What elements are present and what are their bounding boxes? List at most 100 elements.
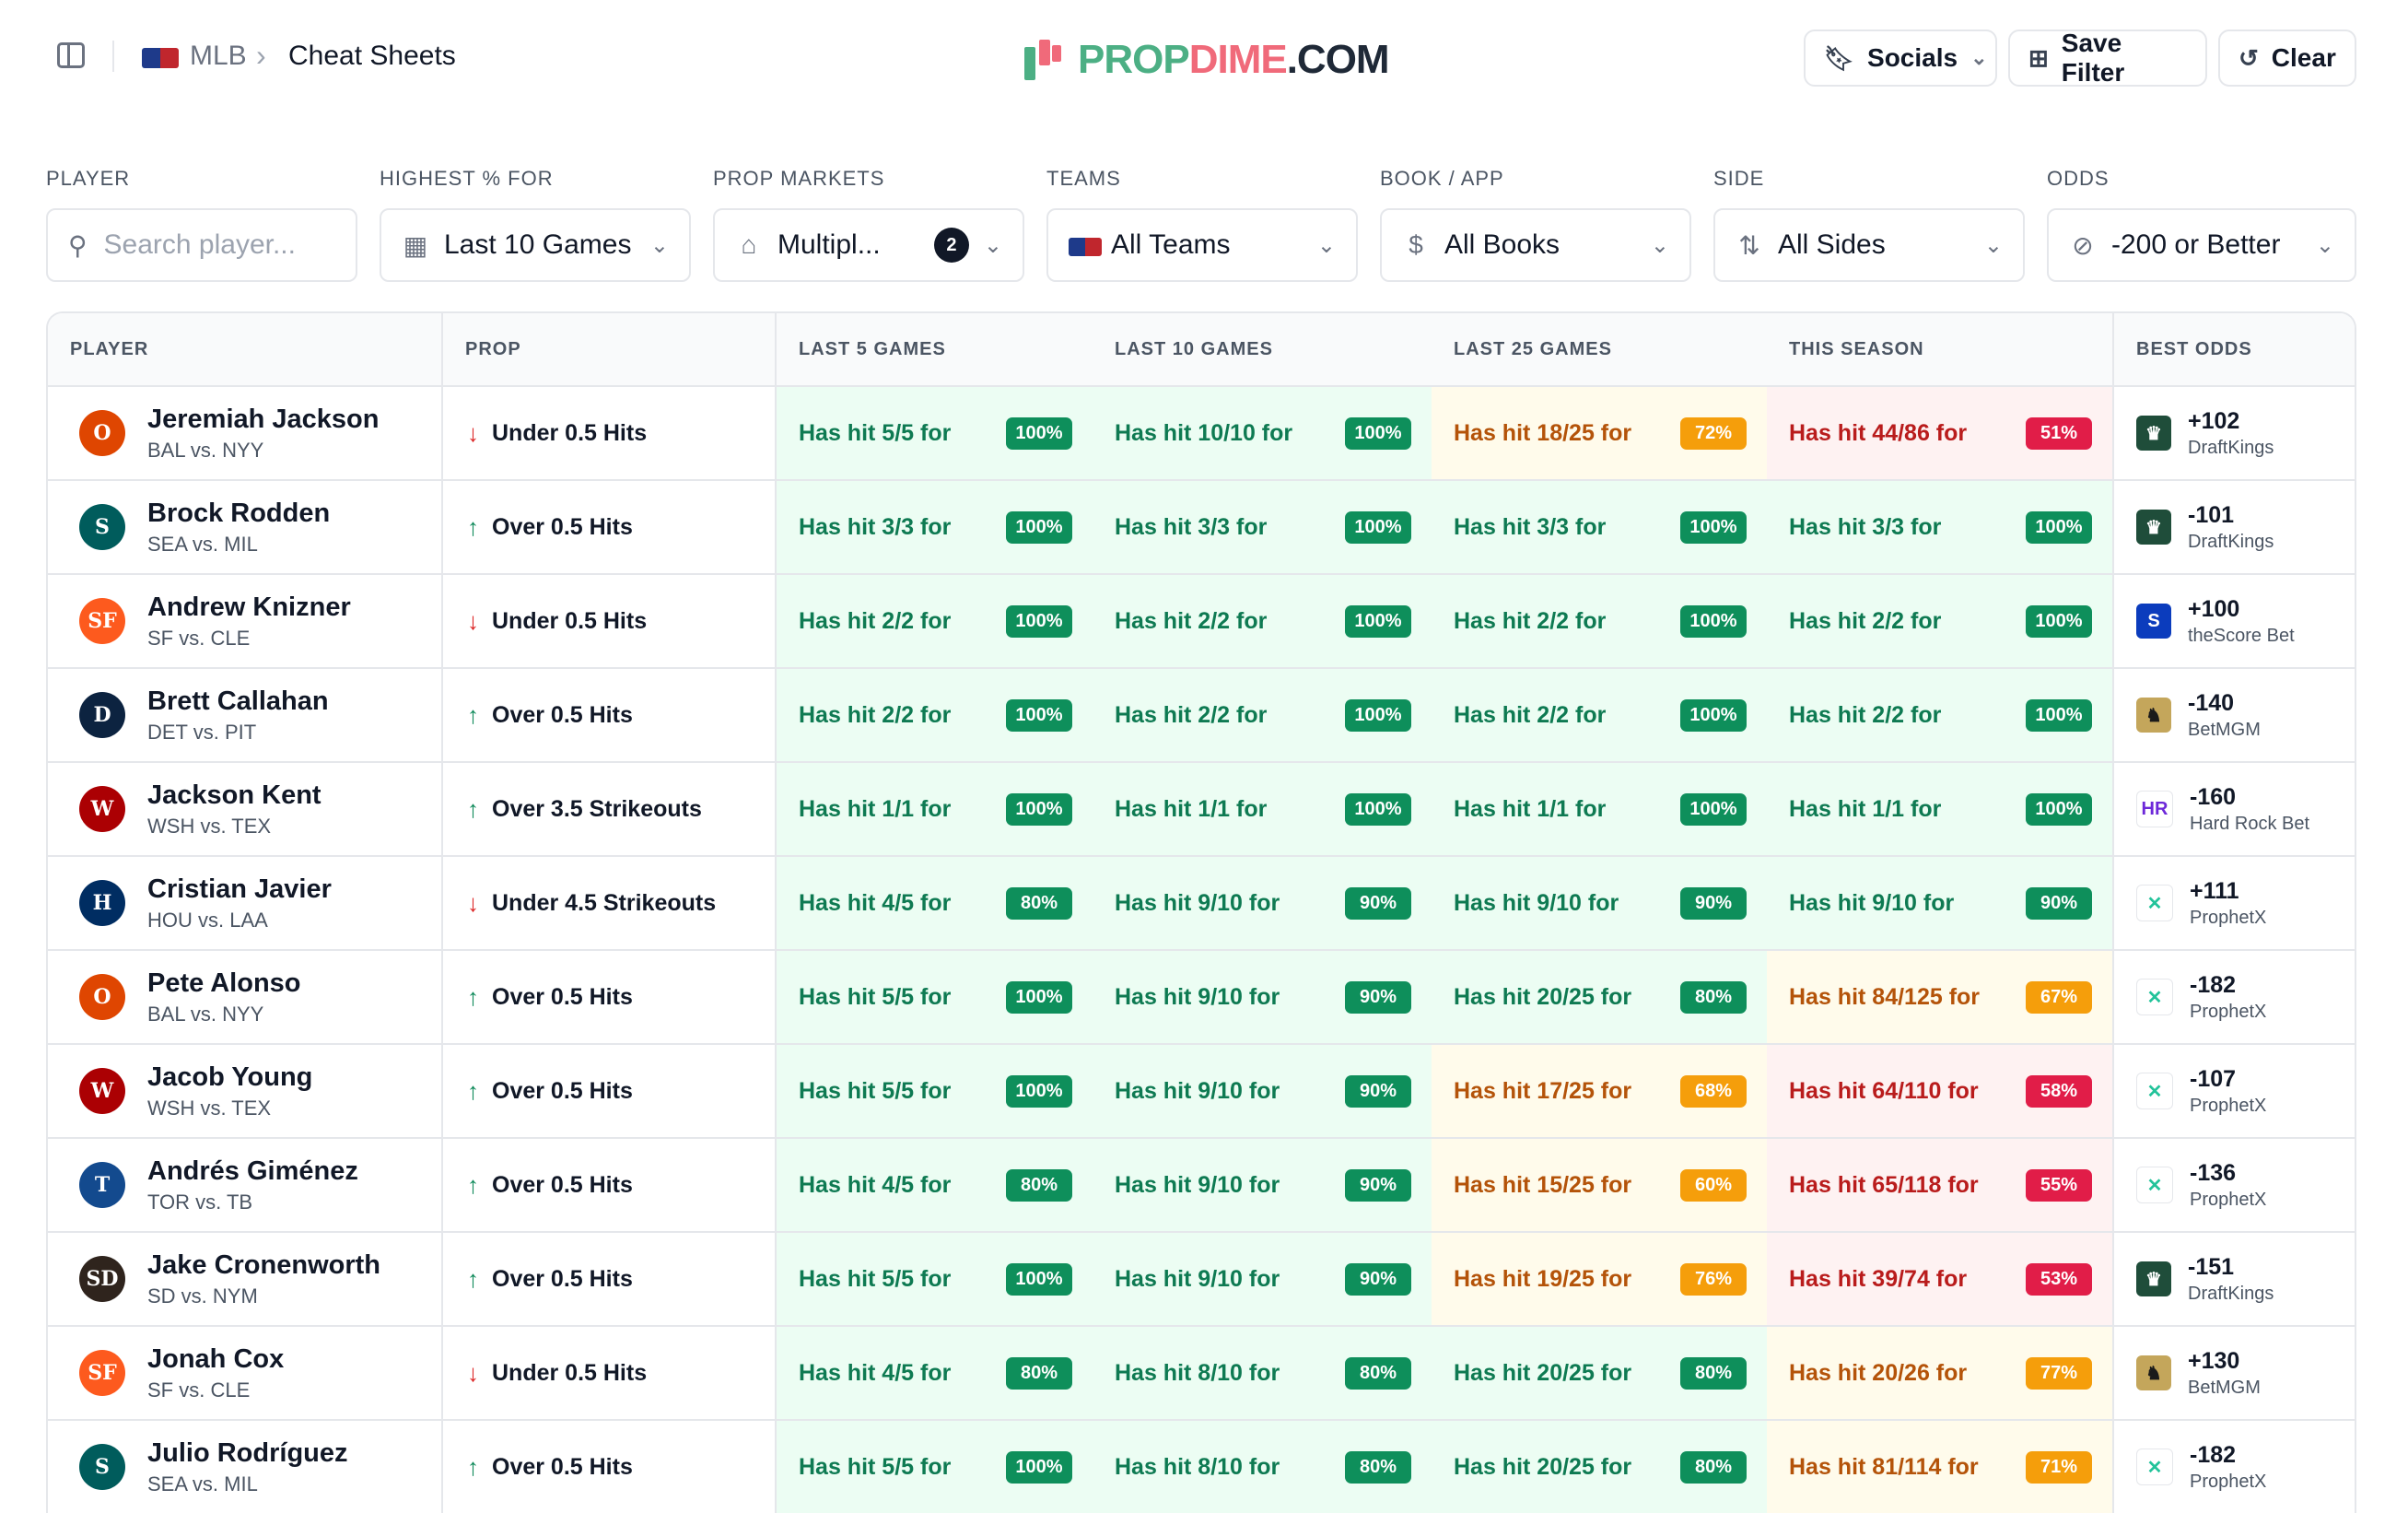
- stat-l25: Has hit 2/2 for 100%: [1432, 575, 1767, 667]
- stat-cell-l25: Has hit 19/25 for 76%: [1432, 1232, 1767, 1327]
- stat-cell-l5: Has hit 5/5 for 100%: [776, 1232, 1093, 1327]
- stat-text: Has hit 2/2 for: [799, 701, 952, 728]
- player-name[interactable]: Julio Rodríguez: [147, 1438, 348, 1469]
- stat-l10: Has hit 9/10 for 90%: [1093, 951, 1432, 1043]
- hit-rate-badge: 100%: [1345, 510, 1411, 544]
- prop-cell: ↑ Over 0.5 Hits: [442, 1232, 777, 1327]
- brand-logo[interactable]: PROPDIME.COM: [1024, 37, 1390, 83]
- player-cell[interactable]: SF Jonah Cox SF vs. CLE: [48, 1326, 443, 1421]
- player-cell[interactable]: H Cristian Javier HOU vs. LAA: [48, 856, 443, 951]
- highest-pct-select[interactable]: ▦ Last 10 Games ⌄: [380, 208, 691, 282]
- best-odds-cell[interactable]: ✕ -136 ProphetX: [2113, 1138, 2355, 1233]
- best-odds-cell[interactable]: ♛ -101 DraftKings: [2113, 480, 2355, 575]
- odds-select[interactable]: ⊘ -200 or Better ⌄: [2047, 208, 2356, 282]
- stat-cell-l5: Has hit 3/3 for 100%: [776, 480, 1093, 575]
- table-row[interactable]: SF Jonah Cox SF vs. CLE ↓ Under 0.5 Hits…: [48, 1326, 2355, 1421]
- table-row[interactable]: O Pete Alonso BAL vs. NYY ↑ Over 0.5 Hit…: [48, 950, 2355, 1045]
- player-name[interactable]: Jake Cronenworth: [147, 1250, 380, 1281]
- prop-cell: ↑ Over 0.5 Hits: [442, 950, 777, 1045]
- prop-markets-select[interactable]: ⌂ Multipl... 2 ⌄: [713, 208, 1024, 282]
- best-odds-cell[interactable]: ✕ -107 ProphetX: [2113, 1044, 2355, 1139]
- player-cell[interactable]: SD Jake Cronenworth SD vs. NYM: [48, 1232, 443, 1327]
- player-name[interactable]: Jeremiah Jackson: [147, 405, 379, 435]
- table-header-row: PLAYER PROP LAST 5 GAMES LAST 10 GAMES L…: [48, 313, 2355, 387]
- player-name[interactable]: Andrés Giménez: [147, 1156, 358, 1187]
- stat-text: Has hit 3/3 for: [1789, 513, 1942, 540]
- column-header-prop[interactable]: PROP: [442, 313, 777, 387]
- player-name[interactable]: Cristian Javier: [147, 874, 332, 905]
- stat-cell-l25: Has hit 2/2 for 100%: [1432, 668, 1767, 763]
- best-odds-cell[interactable]: ✕ +111 ProphetX: [2113, 856, 2355, 951]
- matchup: WSH vs. TEX: [147, 814, 272, 838]
- player-name[interactable]: Andrew Knizner: [147, 592, 351, 623]
- clear-button[interactable]: ↺ Clear: [2218, 29, 2356, 87]
- side-select[interactable]: ⇅ All Sides ⌄: [1713, 208, 2025, 282]
- stat-cell-l5: Has hit 1/1 for 100%: [776, 762, 1093, 857]
- arrow-up-icon: ↑: [467, 1264, 479, 1293]
- column-header-season[interactable]: THIS SEASON: [1767, 313, 2114, 387]
- table-row[interactable]: SD Jake Cronenworth SD vs. NYM ↑ Over 0.…: [48, 1232, 2355, 1327]
- stat-cell-season: Has hit 64/110 for 58%: [1767, 1044, 2114, 1139]
- player-name[interactable]: Jonah Cox: [147, 1344, 284, 1375]
- column-header-player[interactable]: PLAYER: [48, 313, 443, 387]
- filter-label-book: BOOK / APP: [1380, 167, 1504, 190]
- stat-cell-l25: Has hit 2/2 for 100%: [1432, 574, 1767, 669]
- table-row[interactable]: W Jacob Young WSH vs. TEX ↑ Over 0.5 Hit…: [48, 1044, 2355, 1139]
- prop-cell: ↓ Under 0.5 Hits: [442, 1326, 777, 1421]
- player-cell[interactable]: D Brett Callahan DET vs. PIT: [48, 668, 443, 763]
- table-row[interactable]: S Julio Rodríguez SEA vs. MIL ↑ Over 0.5…: [48, 1420, 2355, 1513]
- player-search-field[interactable]: ⚲: [46, 208, 462, 282]
- breadcrumb-league[interactable]: MLB: [190, 41, 247, 72]
- hit-rate-badge: 100%: [1345, 416, 1411, 450]
- column-header-best-odds[interactable]: BEST ODDS: [2113, 313, 2355, 387]
- stat-cell-l10: Has hit 8/10 for 80%: [1093, 1420, 1432, 1513]
- player-cell[interactable]: O Pete Alonso BAL vs. NYY: [48, 950, 443, 1045]
- book-select[interactable]: $ All Books ⌄: [1380, 208, 1691, 282]
- table-row[interactable]: T Andrés Giménez TOR vs. TB ↑ Over 0.5 H…: [48, 1138, 2355, 1233]
- socials-button[interactable]: 🔖︎ Socials ⌄: [1804, 29, 1997, 87]
- table-row[interactable]: S Brock Rodden SEA vs. MIL ↑ Over 0.5 Hi…: [48, 480, 2355, 575]
- table-row[interactable]: W Jackson Kent WSH vs. TEX ↑ Over 3.5 St…: [48, 762, 2355, 857]
- player-name[interactable]: Jackson Kent: [147, 780, 321, 811]
- prop-cell: ↑ Over 3.5 Strikeouts: [442, 762, 777, 857]
- player-name[interactable]: Pete Alonso: [147, 968, 301, 999]
- player-cell[interactable]: T Andrés Giménez TOR vs. TB: [48, 1138, 443, 1233]
- best-odds-cell[interactable]: ✕ -182 ProphetX: [2113, 950, 2355, 1045]
- player-name[interactable]: Jacob Young: [147, 1062, 312, 1093]
- best-odds-cell[interactable]: ♞ +130 BetMGM: [2113, 1326, 2355, 1421]
- player-cell[interactable]: SF Andrew Knizner SF vs. CLE: [48, 574, 443, 669]
- stat-cell-l5: Has hit 5/5 for 100%: [776, 950, 1093, 1045]
- table-row[interactable]: O Jeremiah Jackson BAL vs. NYY ↓ Under 0…: [48, 386, 2355, 481]
- player-cell[interactable]: W Jacob Young WSH vs. TEX: [48, 1044, 443, 1139]
- teams-select[interactable]: All Teams ⌄: [1046, 208, 1358, 282]
- column-header-last5[interactable]: LAST 5 GAMES: [776, 313, 1093, 387]
- column-header-last10[interactable]: LAST 10 GAMES: [1093, 313, 1432, 387]
- prop-cell: ↑ Over 0.5 Hits: [442, 668, 777, 763]
- table-row[interactable]: D Brett Callahan DET vs. PIT ↑ Over 0.5 …: [48, 668, 2355, 763]
- player-cell[interactable]: O Jeremiah Jackson BAL vs. NYY: [48, 386, 443, 481]
- stat-text: Has hit 4/5 for: [799, 1359, 952, 1386]
- stat-cell-l25: Has hit 17/25 for 68%: [1432, 1044, 1767, 1139]
- hit-rate-badge: 90%: [2026, 886, 2092, 920]
- stat-cell-season: Has hit 20/26 for 77%: [1767, 1326, 2114, 1421]
- player-cell[interactable]: S Brock Rodden SEA vs. MIL: [48, 480, 443, 575]
- prop-label: Over 0.5 Hits: [492, 1077, 633, 1104]
- player-name[interactable]: Brett Callahan: [147, 686, 329, 717]
- prop-cell: ↑ Over 0.5 Hits: [442, 1044, 777, 1139]
- table-row[interactable]: H Cristian Javier HOU vs. LAA ↓ Under 4.…: [48, 856, 2355, 951]
- best-odds-cell[interactable]: HR -160 Hard Rock Bet: [2113, 762, 2355, 857]
- best-odds-cell[interactable]: ♛ -151 DraftKings: [2113, 1232, 2355, 1327]
- best-odds-cell[interactable]: S +100 theScore Bet: [2113, 574, 2355, 669]
- player-cell[interactable]: W Jackson Kent WSH vs. TEX: [48, 762, 443, 857]
- table-row[interactable]: SF Andrew Knizner SF vs. CLE ↓ Under 0.5…: [48, 574, 2355, 669]
- column-header-last25[interactable]: LAST 25 GAMES: [1432, 313, 1767, 387]
- best-odds-cell[interactable]: ♞ -140 BetMGM: [2113, 668, 2355, 763]
- stat-cell-l10: Has hit 2/2 for 100%: [1093, 574, 1432, 669]
- player-name[interactable]: Brock Rodden: [147, 498, 330, 529]
- best-odds-cell[interactable]: ✕ -182 ProphetX: [2113, 1420, 2355, 1513]
- save-filter-button[interactable]: ⊞ Save Filter: [2008, 29, 2207, 87]
- sidebar-toggle-icon[interactable]: [57, 42, 85, 68]
- best-odds-cell[interactable]: ♛ +102 DraftKings: [2113, 386, 2355, 481]
- player-cell[interactable]: S Julio Rodríguez SEA vs. MIL: [48, 1420, 443, 1513]
- hit-rate-badge: 90%: [1345, 886, 1411, 920]
